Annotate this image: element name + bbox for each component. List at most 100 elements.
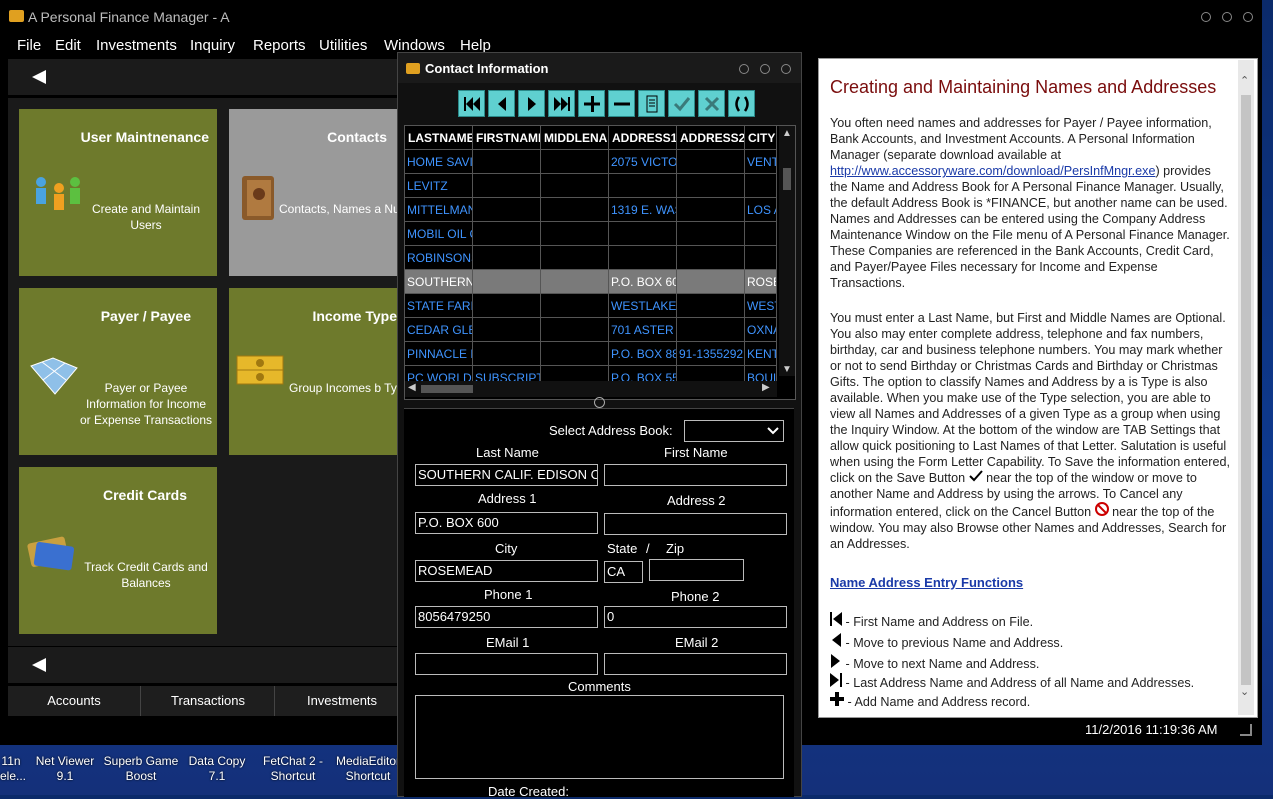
delete-record-button[interactable] [608,90,635,117]
table-cell[interactable] [473,222,541,246]
scroll-up-icon[interactable]: ⌃ [1240,74,1249,87]
back-arrow-icon[interactable] [32,658,46,672]
table-cell[interactable] [677,150,745,174]
table-cell[interactable] [473,246,541,270]
menu-utilities[interactable]: Utilities [319,37,367,54]
phone1-field[interactable]: 8056479250 [415,606,598,628]
table-cell[interactable] [541,198,609,222]
scroll-left-icon[interactable]: ◀ [408,382,416,393]
grid-hscroll-thumb[interactable] [421,385,473,393]
table-cell[interactable] [677,246,745,270]
desktop-icon-mediaeditor[interactable]: MediaEditor Shortcut [331,754,405,784]
table-cell[interactable] [541,246,609,270]
table-cell[interactable]: 1319 E. WAS [609,198,677,222]
table-cell[interactable] [541,342,609,366]
table-cell[interactable] [541,270,609,294]
grid-vscroll-thumb[interactable] [783,168,791,190]
table-cell[interactable] [745,222,777,246]
email2-field[interactable] [604,653,787,675]
table-cell[interactable]: WEST [745,294,777,318]
address-book-select[interactable] [684,420,784,442]
table-cell[interactable]: LEVITZ [405,174,473,198]
tile-user-maintenance[interactable]: User Maintnenance Create and Maintain Us… [19,109,217,276]
table-cell[interactable]: KENT [745,342,777,366]
table-cell[interactable] [677,174,745,198]
column-header-firstname[interactable]: FIRSTNAME [473,126,541,150]
cancel-button[interactable] [698,90,725,117]
desktop-icon-1[interactable]: 11n ele... [0,754,26,784]
table-cell[interactable]: CEDAR GLEN [405,318,473,342]
table-cell[interactable] [677,198,745,222]
menu-investments[interactable]: Investments [96,37,177,54]
phone2-field[interactable]: 0 [604,606,787,628]
table-cell[interactable]: 2075 VICTOI [609,150,677,174]
table-row[interactable]: MITTELMAN 1319 E. WAS LOS A [405,198,777,222]
table-cell[interactable] [473,318,541,342]
table-cell[interactable] [677,294,745,318]
table-cell[interactable] [609,174,677,198]
comments-textarea[interactable] [415,695,784,779]
print-button[interactable] [638,90,665,117]
grid-vertical-scrollbar[interactable]: ▲ ▼ [779,126,795,376]
dialog-close-button[interactable] [781,64,791,74]
scroll-down-icon[interactable]: ▼ [782,364,792,375]
minimize-button[interactable] [1201,12,1211,22]
tile-credit-cards[interactable]: Credit Cards Track Credit Cards and Bala… [19,467,217,634]
grid-horizontal-scrollbar[interactable]: ◀ ▶ [405,381,777,397]
help-subheading-link[interactable]: Name Address Entry Functions [830,575,1023,590]
table-cell[interactable] [541,318,609,342]
table-row[interactable]: SOUTHERN P.O. BOX 60 ROSE [405,270,777,294]
table-cell[interactable]: MITTELMAN [405,198,473,222]
dialog-maximize-button[interactable] [760,64,770,74]
close-button[interactable] [1243,12,1253,22]
tile-contacts[interactable]: Contacts Contacts, Names a Numbers [229,109,419,276]
table-row[interactable]: MOBIL OIL C [405,222,777,246]
dialog-minimize-button[interactable] [739,64,749,74]
desktop-icon-data-copy[interactable]: Data Copy 7.1 [182,754,252,784]
table-row[interactable]: STATE FARM WESTLAKE C WEST [405,294,777,318]
table-row[interactable]: CEDAR GLEN 701 ASTER S OXNA [405,318,777,342]
table-row[interactable]: HOME SAVII 2075 VICTOI VENT [405,150,777,174]
table-cell[interactable] [677,270,745,294]
menu-inquiry[interactable]: Inquiry [190,37,235,54]
table-row[interactable]: LEVITZ [405,174,777,198]
table-cell[interactable]: WESTLAKE C [609,294,677,318]
menu-edit[interactable]: Edit [55,37,81,54]
menu-reports[interactable]: Reports [253,37,306,54]
desktop-icon-fetchat[interactable]: FetChat 2 - Shortcut [256,754,330,784]
first-name-field[interactable] [604,464,787,486]
tile-payer-payee[interactable]: Payer / Payee Payer or Payee Information… [19,288,217,455]
add-record-button[interactable] [578,90,605,117]
last-record-button[interactable] [548,90,575,117]
table-cell[interactable] [473,198,541,222]
tab-investments[interactable]: Investments [276,686,409,716]
table-cell[interactable] [541,174,609,198]
table-cell[interactable]: P.O. BOX 88 [609,342,677,366]
table-cell[interactable] [745,246,777,270]
table-cell[interactable] [745,174,777,198]
maximize-button[interactable] [1222,12,1232,22]
help-scrollbar[interactable]: ⌃ ⌄ [1238,60,1254,715]
menu-file[interactable]: File [17,37,41,54]
city-field[interactable]: ROSEMEAD [415,560,598,582]
zip-field[interactable] [649,559,744,581]
table-cell[interactable]: SOUTHERN [405,270,473,294]
tab-transactions[interactable]: Transactions [142,686,275,716]
table-cell[interactable]: PINNACLE P [405,342,473,366]
table-cell[interactable] [677,318,745,342]
help-scroll-thumb[interactable] [1241,95,1251,685]
column-header-address2[interactable]: ADDRESS2 [677,126,745,150]
table-cell[interactable]: LOS A [745,198,777,222]
table-cell[interactable] [473,294,541,318]
table-cell[interactable] [609,246,677,270]
contacts-grid[interactable]: LASTNAME FIRSTNAME MIDDLENAME ADDRESS1 A… [404,125,796,400]
back-arrow-icon[interactable] [32,70,46,84]
table-cell[interactable]: 91-1355292 [677,342,745,366]
column-header-city[interactable]: CITY [745,126,777,150]
scroll-up-icon[interactable]: ▲ [782,128,792,139]
table-cell[interactable] [473,174,541,198]
table-cell[interactable]: ROBINSONS [405,246,473,270]
table-cell[interactable]: VENT [745,150,777,174]
state-field[interactable]: CA [604,561,643,583]
save-button[interactable] [668,90,695,117]
